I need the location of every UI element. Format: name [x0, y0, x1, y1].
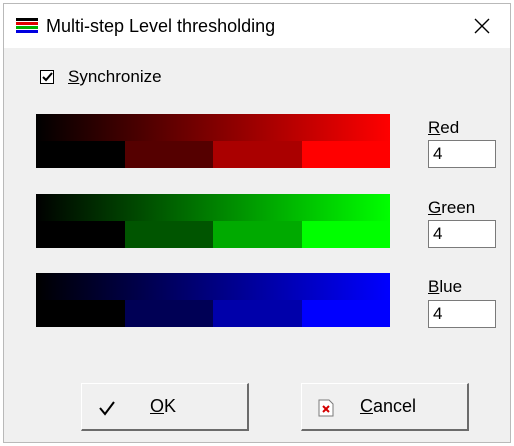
app-icon [16, 18, 38, 34]
cancel-button[interactable]: Cancel [301, 383, 469, 431]
close-button[interactable] [462, 8, 502, 44]
blue-step-2 [124, 300, 213, 327]
close-icon [474, 18, 490, 34]
red-step-1 [36, 141, 125, 168]
green-label: Green [428, 198, 476, 217]
ok-button[interactable]: OK [81, 383, 249, 431]
green-step-1 [36, 221, 125, 248]
blue-step-4 [301, 300, 390, 327]
red-gradient [36, 114, 390, 141]
title-bar: Multi-step Level thresholding [4, 4, 510, 48]
red-level-preview [36, 114, 390, 168]
window-title: Multi-step Level thresholding [46, 16, 276, 36]
cancel-label: Cancel [360, 396, 417, 416]
blue-levels-input[interactable] [428, 300, 496, 328]
red-step-2 [124, 141, 213, 168]
blue-step-1 [36, 300, 125, 327]
synchronize-checkbox[interactable] [40, 70, 54, 84]
ok-label: OK [150, 396, 177, 416]
red-label: Red [428, 118, 460, 137]
red-step-4 [301, 141, 390, 168]
green-step-2 [124, 221, 213, 248]
red-step-3 [213, 141, 302, 168]
blue-label: Blue [428, 277, 463, 296]
blue-step-3 [213, 300, 302, 327]
green-step-3 [213, 221, 302, 248]
green-levels-input[interactable] [428, 220, 496, 248]
blue-steps [36, 300, 390, 327]
checkmark-icon [42, 72, 53, 82]
blue-gradient [36, 273, 390, 300]
checkmark-icon [99, 401, 115, 416]
blue-level-preview [36, 273, 390, 327]
green-level-preview [36, 194, 390, 248]
cancel-document-icon [318, 399, 334, 417]
green-gradient [36, 194, 390, 221]
red-steps [36, 141, 390, 168]
synchronize-label: Synchronize [68, 67, 162, 86]
green-step-4 [301, 221, 390, 248]
red-levels-input[interactable] [428, 140, 496, 168]
dialog-window: Multi-step Level thresholding Synchroniz… [3, 3, 511, 443]
green-steps [36, 221, 390, 248]
